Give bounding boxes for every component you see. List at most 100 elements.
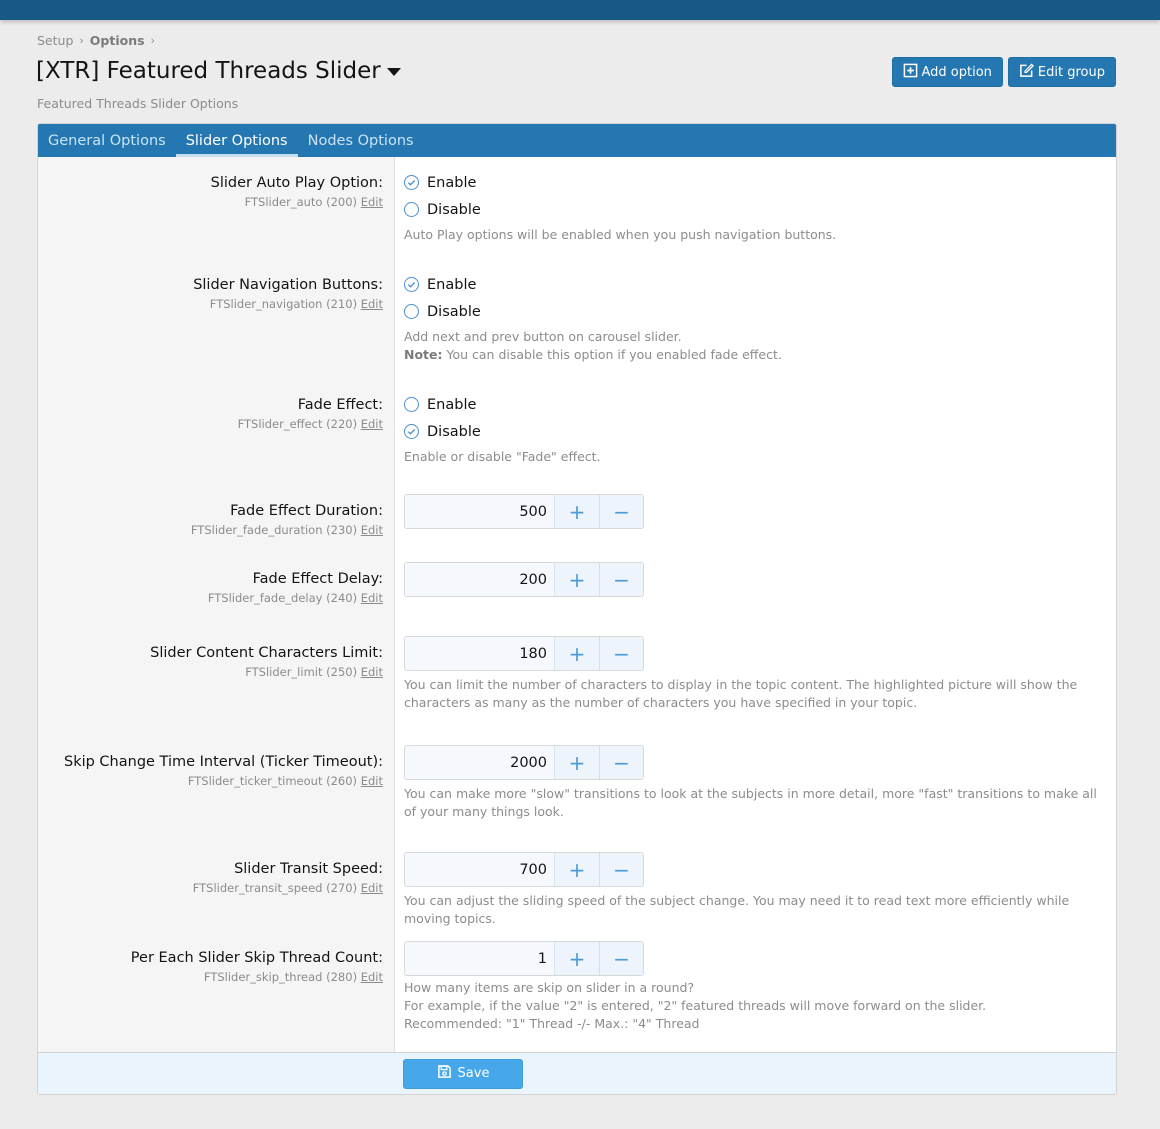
option-label: Skip Change Time Interval (Ticker Timeou…: [63, 754, 383, 770]
option-explain: You can limit the number of characters t…: [404, 677, 1078, 710]
option-key: FTSlider_transit_speed (270): [192, 881, 358, 895]
page-actions: Add option Edit group: [891, 57, 1116, 87]
edit-option-link[interactable]: Edit: [361, 665, 383, 679]
option-explain: Enable or disable "Fade" effect.: [404, 449, 601, 464]
tab-general-options[interactable]: General Options: [38, 124, 176, 157]
option-key: FTSlider_effect (220): [237, 417, 358, 431]
edit-option-link[interactable]: Edit: [361, 195, 383, 209]
option-label: Slider Content Characters Limit:: [150, 645, 383, 661]
radio-enable[interactable]: Enable: [404, 391, 1102, 418]
tab-nodes-options[interactable]: Nodes Options: [298, 124, 424, 157]
radio-unchecked-icon: [404, 202, 419, 217]
option-row-auto-play: Slider Auto Play Option: FTSlider_auto (…: [38, 157, 1116, 259]
option-row-skip-thread: Per Each Slider Skip Thread Count: FTSli…: [38, 941, 1116, 1052]
chevron-right-icon: ›: [150, 34, 155, 47]
option-key: FTSlider_fade_delay (240): [207, 591, 358, 605]
radio-checked-icon: [404, 424, 419, 439]
option-row-fade-delay: Fade Effect Delay: FTSlider_fade_delay (…: [38, 562, 1116, 636]
option-row-navigation: Slider Navigation Buttons: FTSlider_navi…: [38, 259, 1116, 379]
radio-unchecked-icon: [404, 304, 419, 319]
fade-duration-stepper: 500 + −: [404, 494, 644, 529]
page-title[interactable]: [XTR] Featured Threads Slider: [36, 58, 401, 84]
increment-button[interactable]: +: [555, 746, 599, 779]
save-button[interactable]: Save: [403, 1058, 523, 1089]
edit-option-link[interactable]: Edit: [361, 297, 383, 311]
option-key: FTSlider_skip_thread (280): [203, 970, 358, 984]
options-form: Slider Auto Play Option: FTSlider_auto (…: [38, 157, 1116, 1052]
radio-disable[interactable]: Disable: [404, 298, 1102, 325]
option-label: Fade Effect Delay:: [252, 571, 383, 587]
add-option-label: Add option: [921, 64, 992, 80]
edit-option-link[interactable]: Edit: [361, 591, 383, 605]
option-label: Slider Auto Play Option:: [210, 175, 383, 191]
skip-thread-stepper: 1 + −: [404, 941, 644, 976]
radio-label: Disable: [427, 423, 481, 440]
option-row-fade-effect: Fade Effect: FTSlider_effect (220) Edit …: [38, 379, 1116, 488]
option-label: Slider Transit Speed:: [234, 861, 383, 877]
option-explain: You can make more "slow" transitions to …: [404, 786, 1097, 819]
number-input[interactable]: 200: [405, 563, 555, 596]
option-note: Note: You can disable this option if you…: [404, 346, 1102, 364]
option-explain-recommended: Recommended: "1" Thread -/- Max.: "4" Th…: [404, 1016, 700, 1031]
transit-speed-stepper: 700 + −: [404, 852, 644, 887]
radio-enable[interactable]: Enable: [404, 169, 1102, 196]
number-input[interactable]: 180: [405, 637, 555, 670]
radio-disable[interactable]: Disable: [404, 418, 1102, 445]
option-key: FTSlider_limit (250): [245, 665, 358, 679]
edit-option-link[interactable]: Edit: [361, 774, 383, 788]
edit-option-link[interactable]: Edit: [361, 970, 383, 984]
decrement-button[interactable]: −: [599, 942, 643, 975]
save-label: Save: [457, 1066, 490, 1081]
option-label: Per Each Slider Skip Thread Count:: [130, 950, 383, 966]
decrement-button[interactable]: −: [599, 853, 643, 886]
option-row-ticker-timeout: Skip Change Time Interval (Ticker Timeou…: [38, 745, 1116, 852]
option-label: Fade Effect Duration:: [230, 503, 383, 519]
option-key: FTSlider_ticker_timeout (260): [187, 774, 358, 788]
edit-group-label: Edit group: [1037, 64, 1105, 80]
radio-label: Disable: [427, 201, 481, 218]
number-input[interactable]: 700: [405, 853, 555, 886]
breadcrumb-options[interactable]: Options: [90, 33, 145, 48]
form-footer: Save: [38, 1052, 1116, 1094]
radio-label: Enable: [427, 396, 477, 413]
radio-disable[interactable]: Disable: [404, 196, 1102, 223]
note-text: You can disable this option if you enabl…: [446, 347, 782, 362]
radio-enable[interactable]: Enable: [404, 271, 1102, 298]
tab-slider-options[interactable]: Slider Options: [175, 124, 298, 157]
number-input[interactable]: 500: [405, 495, 555, 528]
increment-button[interactable]: +: [555, 942, 599, 975]
decrement-button[interactable]: −: [599, 746, 643, 779]
ticker-timeout-stepper: 2000 + −: [404, 745, 644, 780]
decrement-button[interactable]: −: [599, 495, 643, 528]
number-input[interactable]: 1: [405, 942, 555, 975]
option-row-transit-speed: Slider Transit Speed: FTSlider_transit_s…: [38, 852, 1116, 941]
fade-delay-stepper: 200 + −: [404, 562, 644, 597]
edit-option-link[interactable]: Edit: [361, 881, 383, 895]
radio-label: Disable: [427, 303, 481, 320]
page-title-text: [XTR] Featured Threads Slider: [36, 58, 381, 84]
decrement-button[interactable]: −: [599, 563, 643, 596]
number-input[interactable]: 2000: [405, 746, 555, 779]
add-option-button[interactable]: Add option: [891, 57, 1003, 87]
edit-icon: [1019, 62, 1034, 82]
breadcrumb-setup[interactable]: Setup: [37, 33, 73, 48]
edit-group-button[interactable]: Edit group: [1007, 57, 1116, 87]
edit-option-link[interactable]: Edit: [361, 523, 383, 537]
options-panel: General Options Slider Options Nodes Opt…: [37, 123, 1117, 1095]
option-explain-heading: How many items are skip on slider in a r…: [404, 980, 695, 995]
radio-checked-icon: [404, 277, 419, 292]
edit-option-link[interactable]: Edit: [361, 417, 383, 431]
decrement-button[interactable]: −: [599, 637, 643, 670]
tab-bar: General Options Slider Options Nodes Opt…: [38, 124, 1116, 157]
option-key: FTSlider_navigation (210): [209, 297, 358, 311]
increment-button[interactable]: +: [555, 637, 599, 670]
page-subtitle: Featured Threads Slider Options: [37, 96, 239, 111]
radio-unchecked-icon: [404, 397, 419, 412]
increment-button[interactable]: +: [555, 495, 599, 528]
top-navigation-bar: [0, 0, 1160, 20]
option-label: Fade Effect:: [297, 397, 383, 413]
caret-down-icon[interactable]: [386, 68, 401, 76]
increment-button[interactable]: +: [555, 853, 599, 886]
plus-square-icon: [903, 63, 918, 82]
increment-button[interactable]: +: [555, 563, 599, 596]
